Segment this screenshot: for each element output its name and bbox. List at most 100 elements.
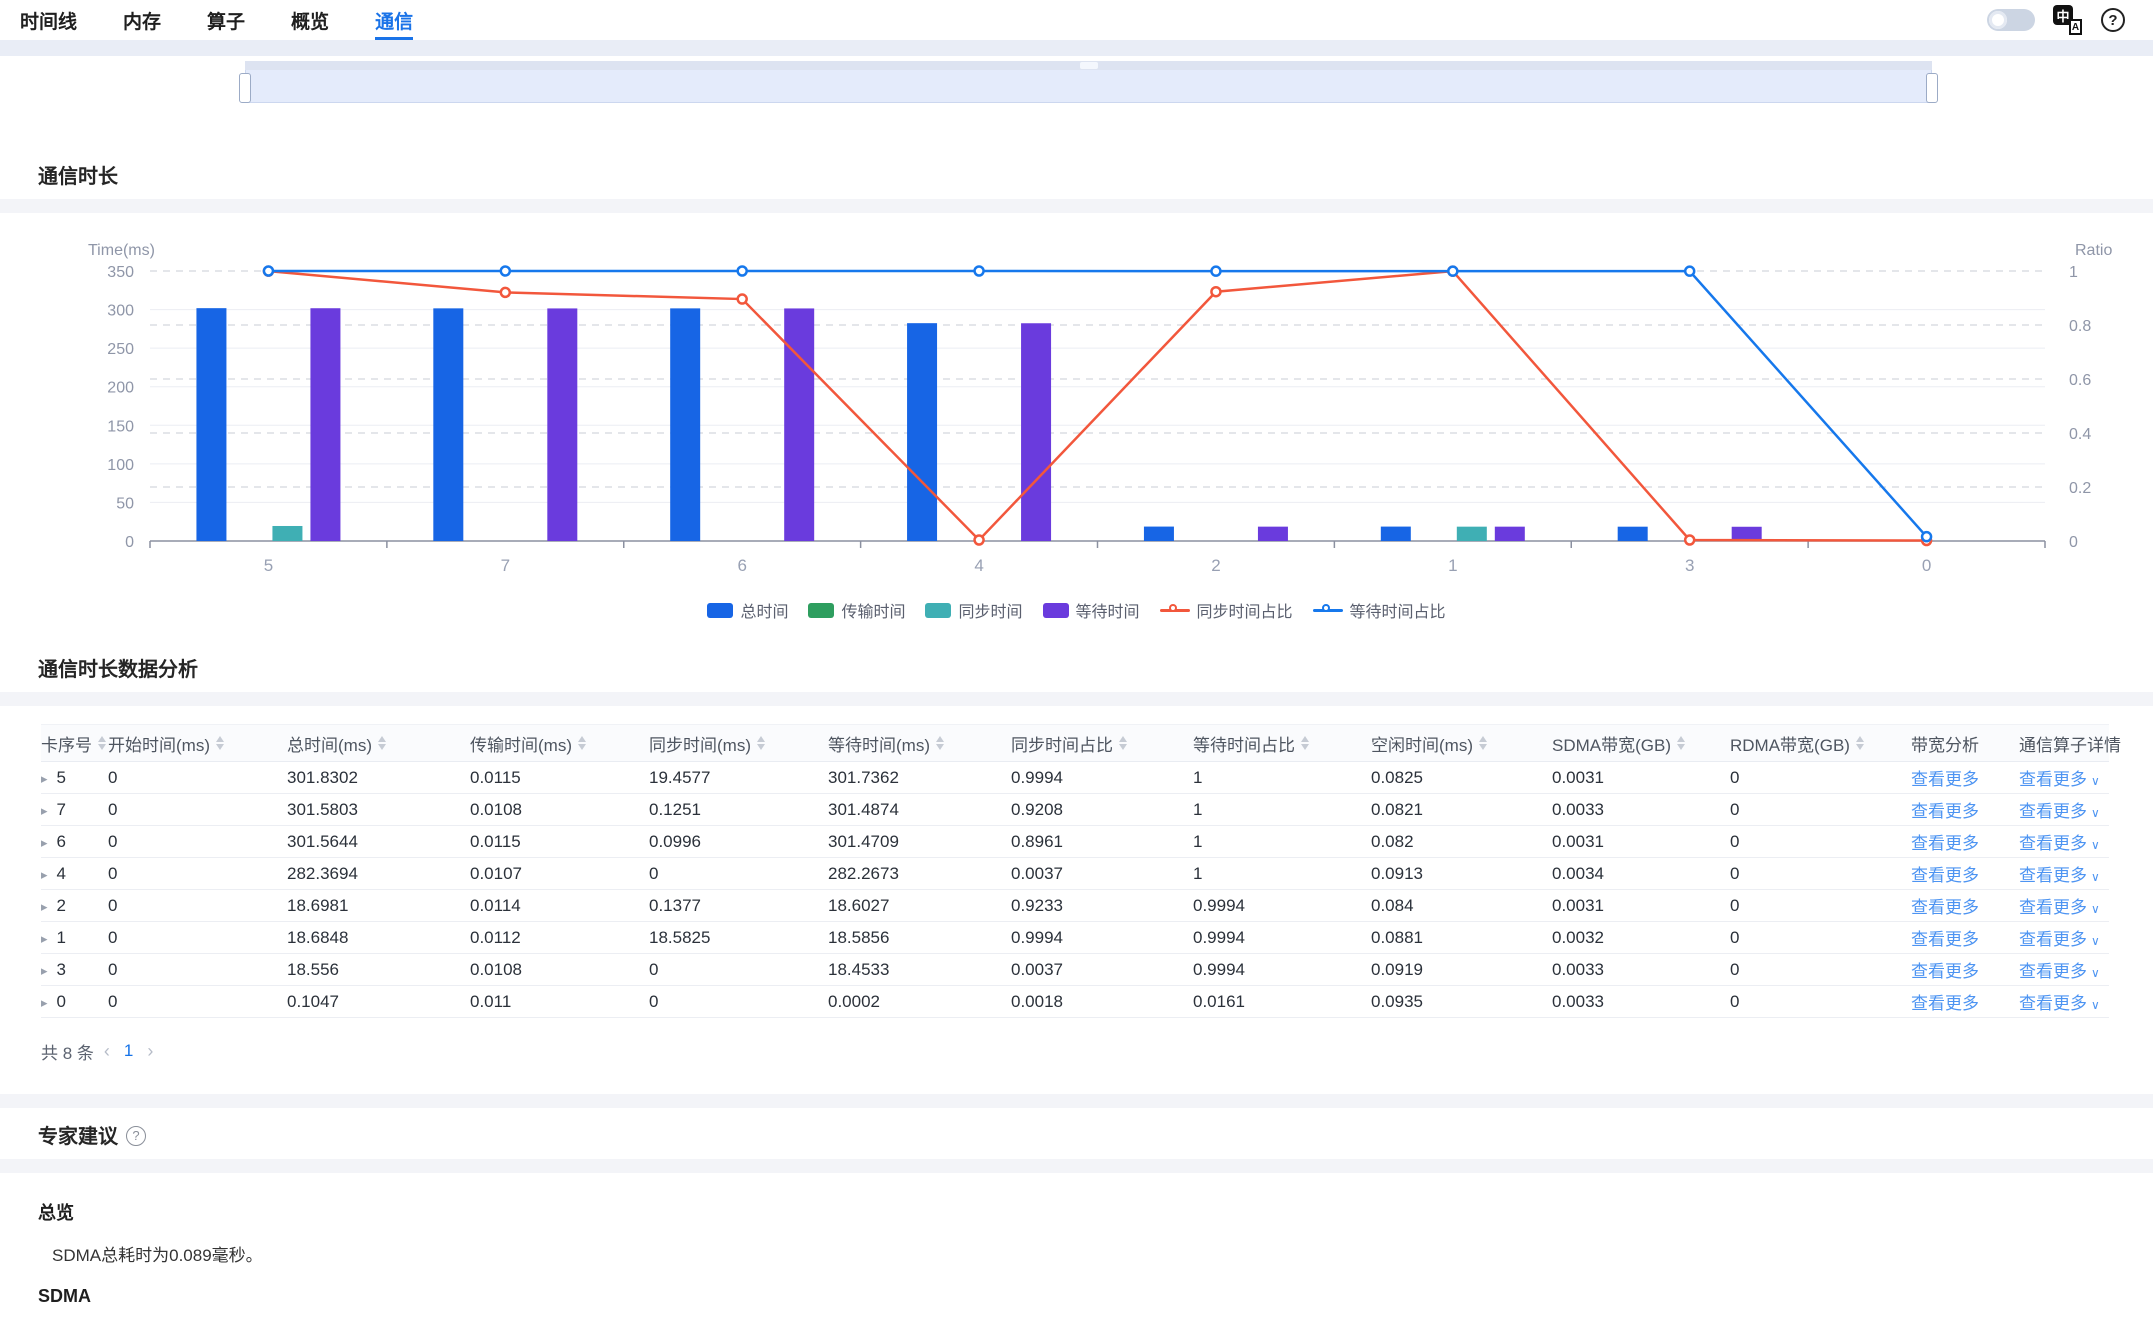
operator-detail-link[interactable]: 查看更多	[2019, 770, 2087, 789]
tab-memory[interactable]: 内存	[123, 0, 161, 40]
column-header-1[interactable]: 开始时间(ms)	[108, 725, 287, 762]
expand-row-icon[interactable]: ▸	[41, 931, 48, 946]
tab-operator[interactable]: 算子	[207, 0, 245, 40]
bar-总时间[interactable]	[1381, 527, 1411, 541]
operator-detail-link[interactable]: 查看更多	[2019, 834, 2087, 853]
chevron-down-icon[interactable]: ∨	[2091, 838, 2100, 852]
bar-总时间[interactable]	[196, 308, 226, 541]
bandwidth-more-link[interactable]: 查看更多	[1911, 770, 1979, 789]
tab-communication[interactable]: 通信	[375, 0, 413, 40]
sort-icon[interactable]	[1479, 736, 1487, 750]
sort-icon[interactable]	[1856, 736, 1864, 750]
bandwidth-more-link[interactable]: 查看更多	[1911, 866, 1979, 885]
line-marker-同步时间占比[interactable]	[738, 295, 747, 304]
legend-item-等待时间[interactable]: 等待时间	[1043, 598, 1140, 622]
bar-同步时间[interactable]	[272, 526, 302, 541]
expand-row-icon[interactable]: ▸	[41, 803, 48, 818]
column-header-2[interactable]: 总时间(ms)	[287, 725, 470, 762]
legend-item-等待时间占比[interactable]: 等待时间占比	[1313, 598, 1446, 622]
duration-chart[interactable]: Time(ms)Ratio05010015020025030035000.20.…	[0, 213, 2153, 623]
legend-item-同步时间[interactable]: 同步时间	[925, 598, 1022, 622]
datazoom-move-handle[interactable]	[1080, 62, 1098, 69]
datazoom-right-handle[interactable]	[1926, 73, 1938, 103]
column-header-5[interactable]: 等待时间(ms)	[828, 725, 1011, 762]
bar-等待时间[interactable]	[547, 308, 577, 541]
operator-detail-link[interactable]: 查看更多	[2019, 962, 2087, 981]
bar-等待时间[interactable]	[784, 308, 814, 541]
theme-toggle[interactable]	[1987, 9, 2035, 31]
column-header-4[interactable]: 同步时间(ms)	[649, 725, 828, 762]
chevron-down-icon[interactable]: ∨	[2091, 806, 2100, 820]
operator-detail-link[interactable]: 查看更多	[2019, 898, 2087, 917]
expand-row-icon[interactable]: ▸	[41, 771, 48, 786]
pagination-page-1[interactable]: 1	[124, 1041, 133, 1061]
expand-row-icon[interactable]: ▸	[41, 995, 48, 1010]
bar-等待时间[interactable]	[1495, 527, 1525, 541]
line-marker-等待时间占比[interactable]	[264, 267, 273, 276]
column-header-8[interactable]: 空闲时间(ms)	[1371, 725, 1552, 762]
sort-icon[interactable]	[578, 736, 586, 750]
sort-icon[interactable]	[1677, 736, 1685, 750]
column-header-0[interactable]: 卡序号	[41, 725, 108, 762]
operator-detail-link[interactable]: 查看更多	[2019, 802, 2087, 821]
pagination-prev-icon[interactable]: ‹	[104, 1041, 110, 1062]
column-header-6[interactable]: 同步时间占比	[1011, 725, 1193, 762]
bar-等待时间[interactable]	[1021, 323, 1051, 541]
datazoom-track[interactable]	[245, 61, 1932, 70]
line-marker-等待时间占比[interactable]	[1211, 267, 1220, 276]
column-header-7[interactable]: 等待时间占比	[1193, 725, 1371, 762]
tab-timeline[interactable]: 时间线	[20, 0, 77, 40]
operator-detail-link[interactable]: 查看更多	[2019, 930, 2087, 949]
chevron-down-icon[interactable]: ∨	[2091, 902, 2100, 916]
expand-row-icon[interactable]: ▸	[41, 835, 48, 850]
bandwidth-more-link[interactable]: 查看更多	[1911, 898, 1979, 917]
chevron-down-icon[interactable]: ∨	[2091, 870, 2100, 884]
chevron-down-icon[interactable]: ∨	[2091, 934, 2100, 948]
sort-icon[interactable]	[216, 736, 224, 750]
line-marker-等待时间占比[interactable]	[738, 267, 747, 276]
bandwidth-more-link[interactable]: 查看更多	[1911, 962, 1979, 981]
line-marker-同步时间占比[interactable]	[501, 288, 510, 297]
bar-总时间[interactable]	[1144, 527, 1174, 541]
help-icon[interactable]: ?	[2101, 8, 2125, 32]
bar-总时间[interactable]	[1618, 527, 1648, 541]
language-icon[interactable]: 中 A	[2053, 5, 2083, 35]
line-marker-等待时间占比[interactable]	[1922, 532, 1931, 541]
line-marker-等待时间占比[interactable]	[501, 267, 510, 276]
bar-同步时间[interactable]	[1457, 527, 1487, 541]
sort-icon[interactable]	[936, 736, 944, 750]
column-header-9[interactable]: SDMA带宽(GB)	[1552, 725, 1730, 762]
bandwidth-more-link[interactable]: 查看更多	[1911, 802, 1979, 821]
sort-icon[interactable]	[757, 736, 765, 750]
sort-icon[interactable]	[98, 736, 106, 750]
bandwidth-more-link[interactable]: 查看更多	[1911, 834, 1979, 853]
column-header-10[interactable]: RDMA带宽(GB)	[1730, 725, 1911, 762]
chevron-down-icon[interactable]: ∨	[2091, 774, 2100, 788]
datazoom-left-handle[interactable]	[239, 73, 251, 103]
line-marker-同步时间占比[interactable]	[1685, 536, 1694, 545]
expand-row-icon[interactable]: ▸	[41, 867, 48, 882]
bandwidth-more-link[interactable]: 查看更多	[1911, 994, 1979, 1013]
legend-item-总时间[interactable]: 总时间	[707, 598, 788, 622]
bar-总时间[interactable]	[670, 308, 700, 541]
bar-等待时间[interactable]	[310, 308, 340, 541]
bar-等待时间[interactable]	[1258, 527, 1288, 541]
expand-row-icon[interactable]: ▸	[41, 963, 48, 978]
datazoom-slider[interactable]	[245, 61, 1932, 103]
chart-canvas[interactable]: Time(ms)Ratio05010015020025030035000.20.…	[30, 241, 2123, 591]
expand-row-icon[interactable]: ▸	[41, 899, 48, 914]
sort-icon[interactable]	[1301, 736, 1309, 750]
chevron-down-icon[interactable]: ∨	[2091, 998, 2100, 1012]
sort-icon[interactable]	[1119, 736, 1127, 750]
bar-总时间[interactable]	[433, 308, 463, 541]
tab-overview[interactable]: 概览	[291, 0, 329, 40]
line-marker-等待时间占比[interactable]	[975, 267, 984, 276]
bandwidth-more-link[interactable]: 查看更多	[1911, 930, 1979, 949]
sort-icon[interactable]	[378, 736, 386, 750]
datazoom-selected-range[interactable]	[245, 70, 1932, 103]
legend-item-传输时间[interactable]: 传输时间	[808, 598, 905, 622]
operator-detail-link[interactable]: 查看更多	[2019, 994, 2087, 1013]
bar-总时间[interactable]	[907, 323, 937, 541]
pagination-next-icon[interactable]: ›	[147, 1041, 153, 1062]
chevron-down-icon[interactable]: ∨	[2091, 966, 2100, 980]
